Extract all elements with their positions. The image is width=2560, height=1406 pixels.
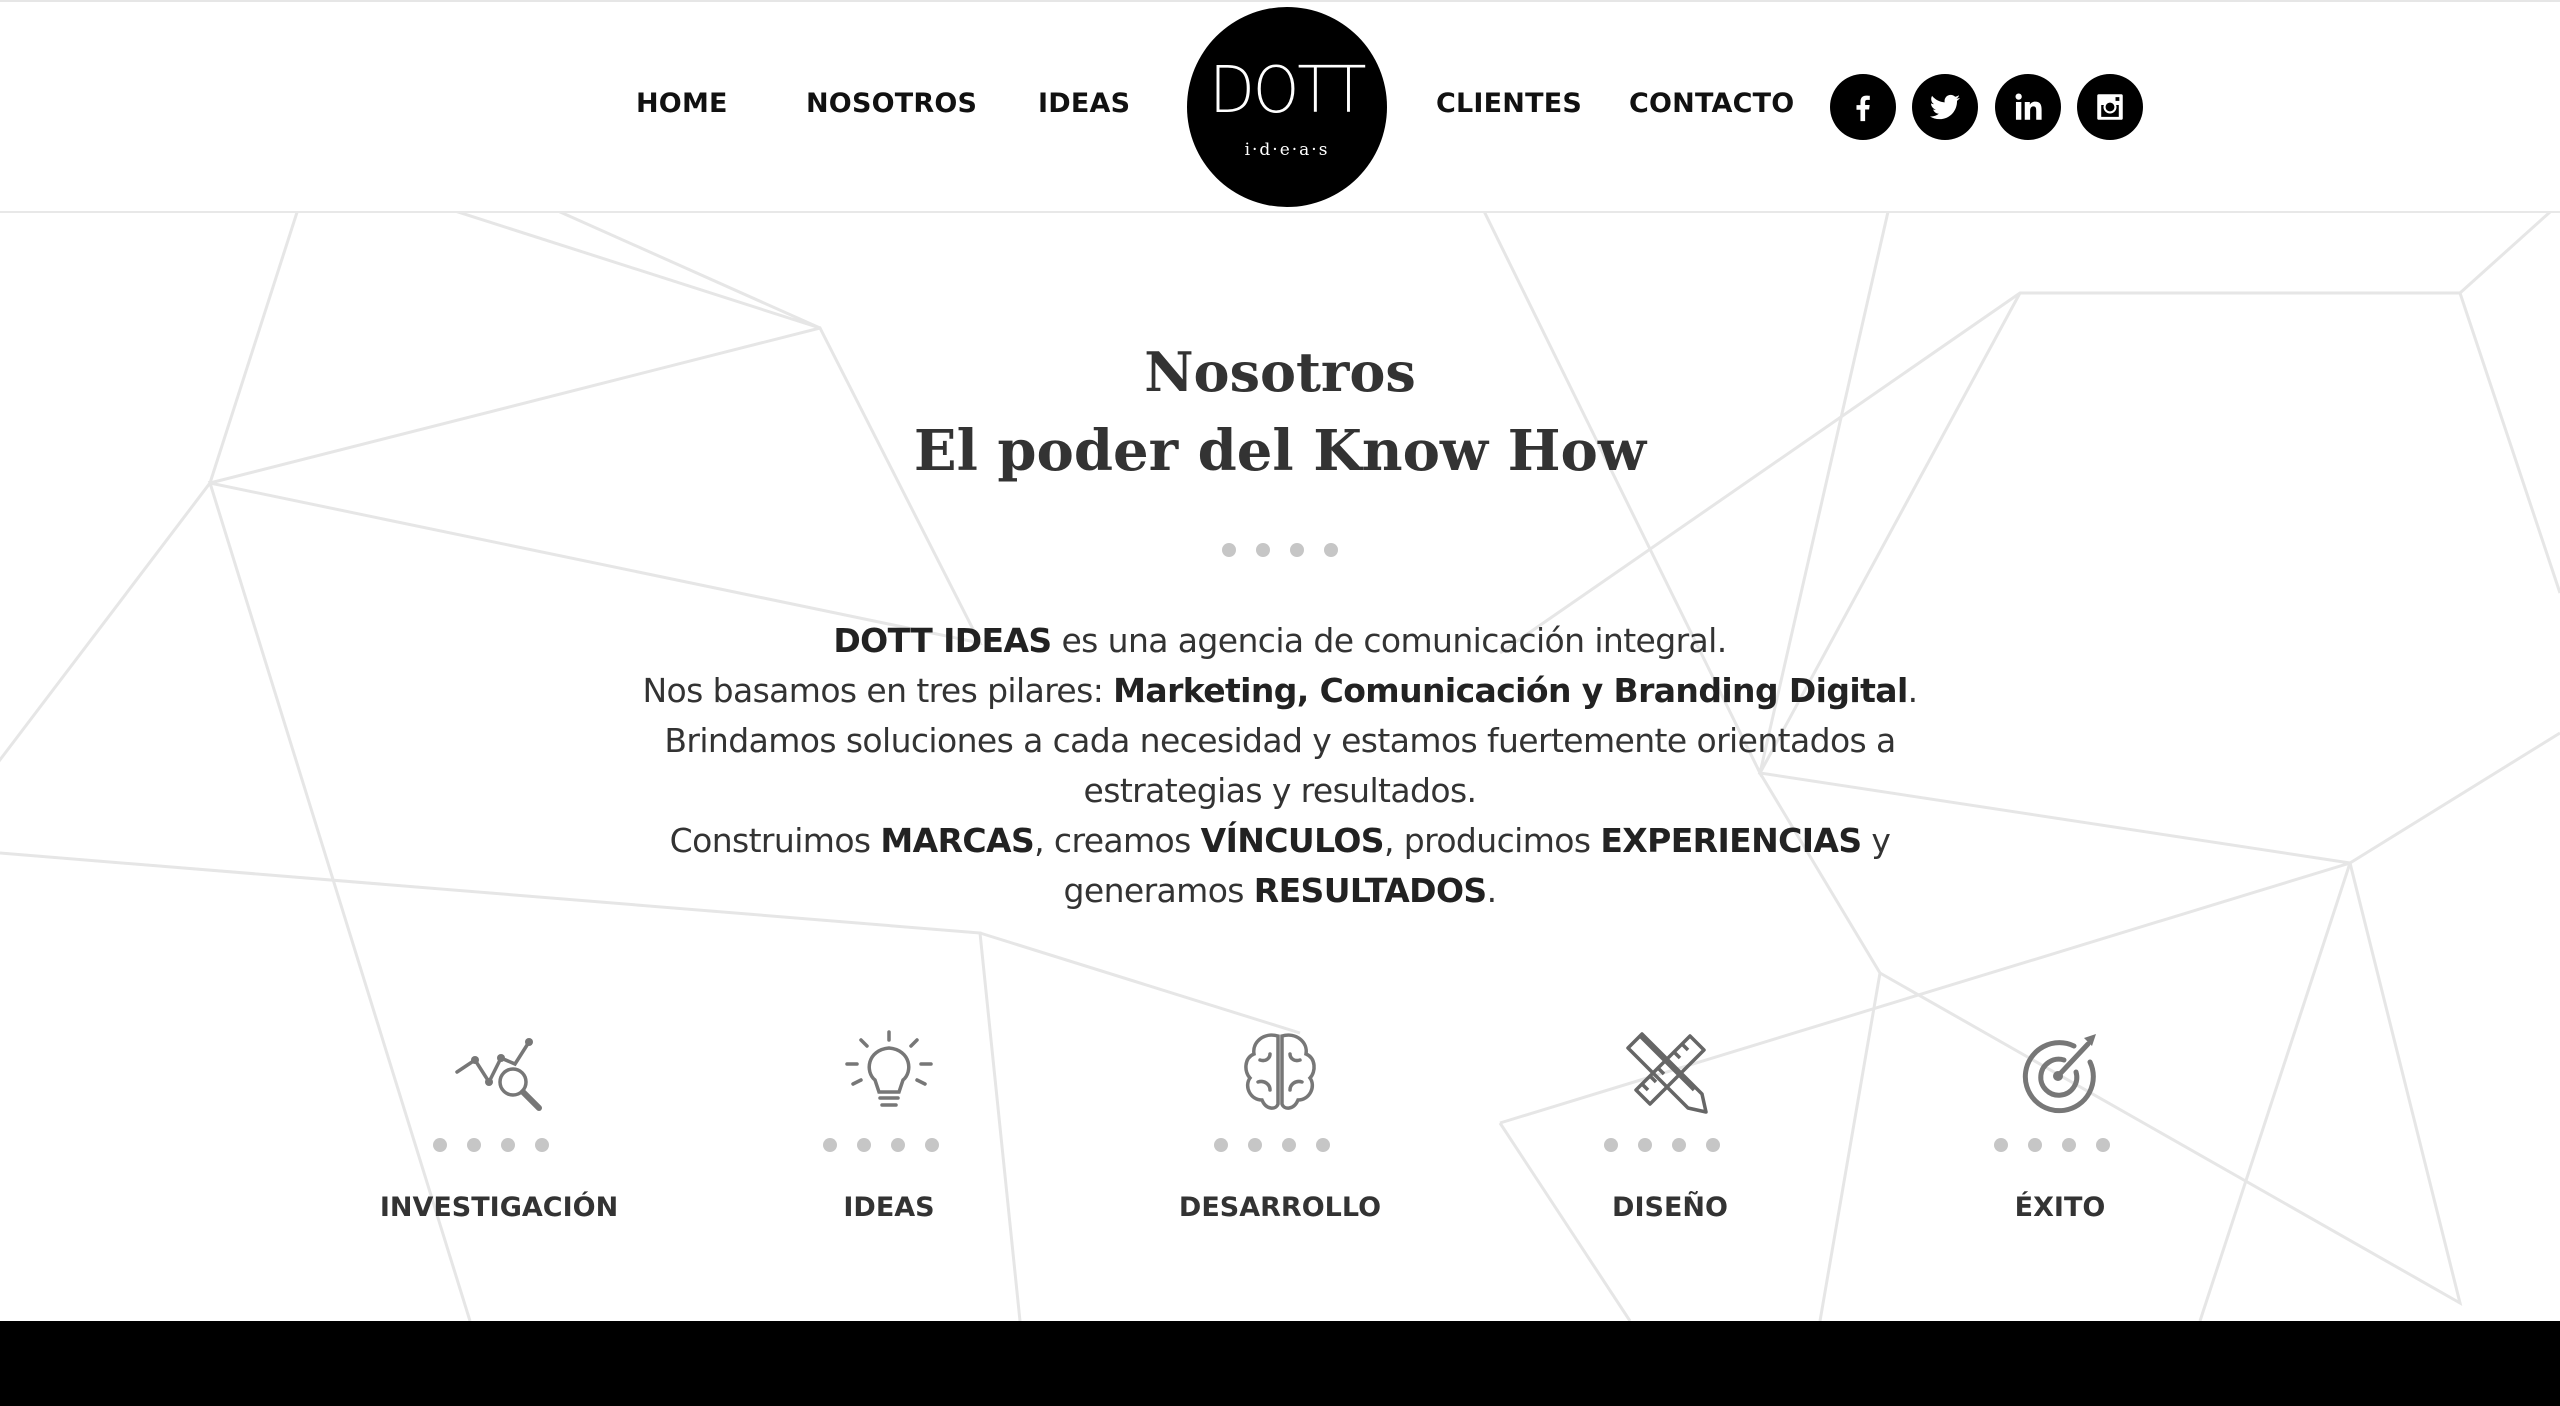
pillar-dots <box>1994 1138 2110 1152</box>
pillar-desarrollo: DESARROLLO <box>1130 1030 1430 1223</box>
pillar-label: ÉXITO <box>2014 1192 2106 1223</box>
logo-wordmark: DOTT <box>1209 54 1366 128</box>
pillar-diseno: DISEÑO <box>1520 1030 1820 1223</box>
linkedin-icon <box>2015 93 2042 120</box>
intro-paragraph: DOTT IDEAS es una agencia de comunicació… <box>640 616 1920 916</box>
pillar-label: DISEÑO <box>1612 1192 1728 1223</box>
twitter-link[interactable] <box>1912 74 1978 140</box>
twitter-icon <box>1930 94 1960 120</box>
title-divider-dots <box>1222 543 1338 557</box>
site-header: HOME NOSOTROS IDEAS DOTT i·d·e·a·s CLIEN… <box>0 0 2560 213</box>
target-icon <box>2022 1034 2096 1114</box>
intro-line-2: Nos basamos en tres pilares: Marketing, … <box>642 671 1918 710</box>
nav-ideas[interactable]: IDEAS <box>1038 88 1130 119</box>
nav-home[interactable]: HOME <box>636 88 728 119</box>
section-title: Nosotros <box>1144 340 1416 404</box>
instagram-icon <box>2097 94 2123 120</box>
pillar-exito: ÉXITO <box>1910 1030 2210 1223</box>
chart-magnifier-icon <box>455 1038 542 1111</box>
pillar-label: INVESTIGACIÓN <box>379 1192 619 1223</box>
intro-line-3: Brindamos soluciones a cada necesidad y … <box>664 721 1896 810</box>
pillar-dots <box>433 1138 549 1152</box>
section-subtitle: El poder del Know How <box>913 418 1647 484</box>
instagram-link[interactable] <box>2077 74 2143 140</box>
pillar-dots <box>1214 1138 1330 1152</box>
pillar-investigacion: INVESTIGACIÓN <box>349 1030 649 1223</box>
nav-clientes[interactable]: CLIENTES <box>1436 88 1582 119</box>
intro-line-4: Construimos MARCAS, creamos VÍNCULOS, pr… <box>669 821 1891 910</box>
facebook-link[interactable] <box>1830 74 1896 140</box>
pillar-label: DESARROLLO <box>1178 1192 1382 1223</box>
pillar-dots <box>823 1138 939 1152</box>
lightbulb-icon <box>845 1030 933 1107</box>
nav-contacto[interactable]: CONTACTO <box>1629 88 1794 119</box>
pencil-ruler-icon <box>1626 1032 1708 1114</box>
pillar-label: IDEAS <box>843 1192 935 1223</box>
logo-subtitle: i·d·e·a·s <box>1244 140 1330 160</box>
pillar-ideas: IDEAS <box>739 1030 1039 1223</box>
intro-line-1: DOTT IDEAS es una agencia de comunicació… <box>833 621 1727 660</box>
brain-icon <box>1244 1033 1316 1110</box>
footer-bar <box>0 1321 2560 1406</box>
nav-nosotros[interactable]: NOSOTROS <box>806 88 977 119</box>
linkedin-link[interactable] <box>1995 74 2061 140</box>
pillar-dots <box>1604 1138 1720 1152</box>
facebook-icon <box>1856 95 1870 122</box>
dott-ideas-logo[interactable]: DOTT i·d·e·a·s <box>1187 7 1387 207</box>
